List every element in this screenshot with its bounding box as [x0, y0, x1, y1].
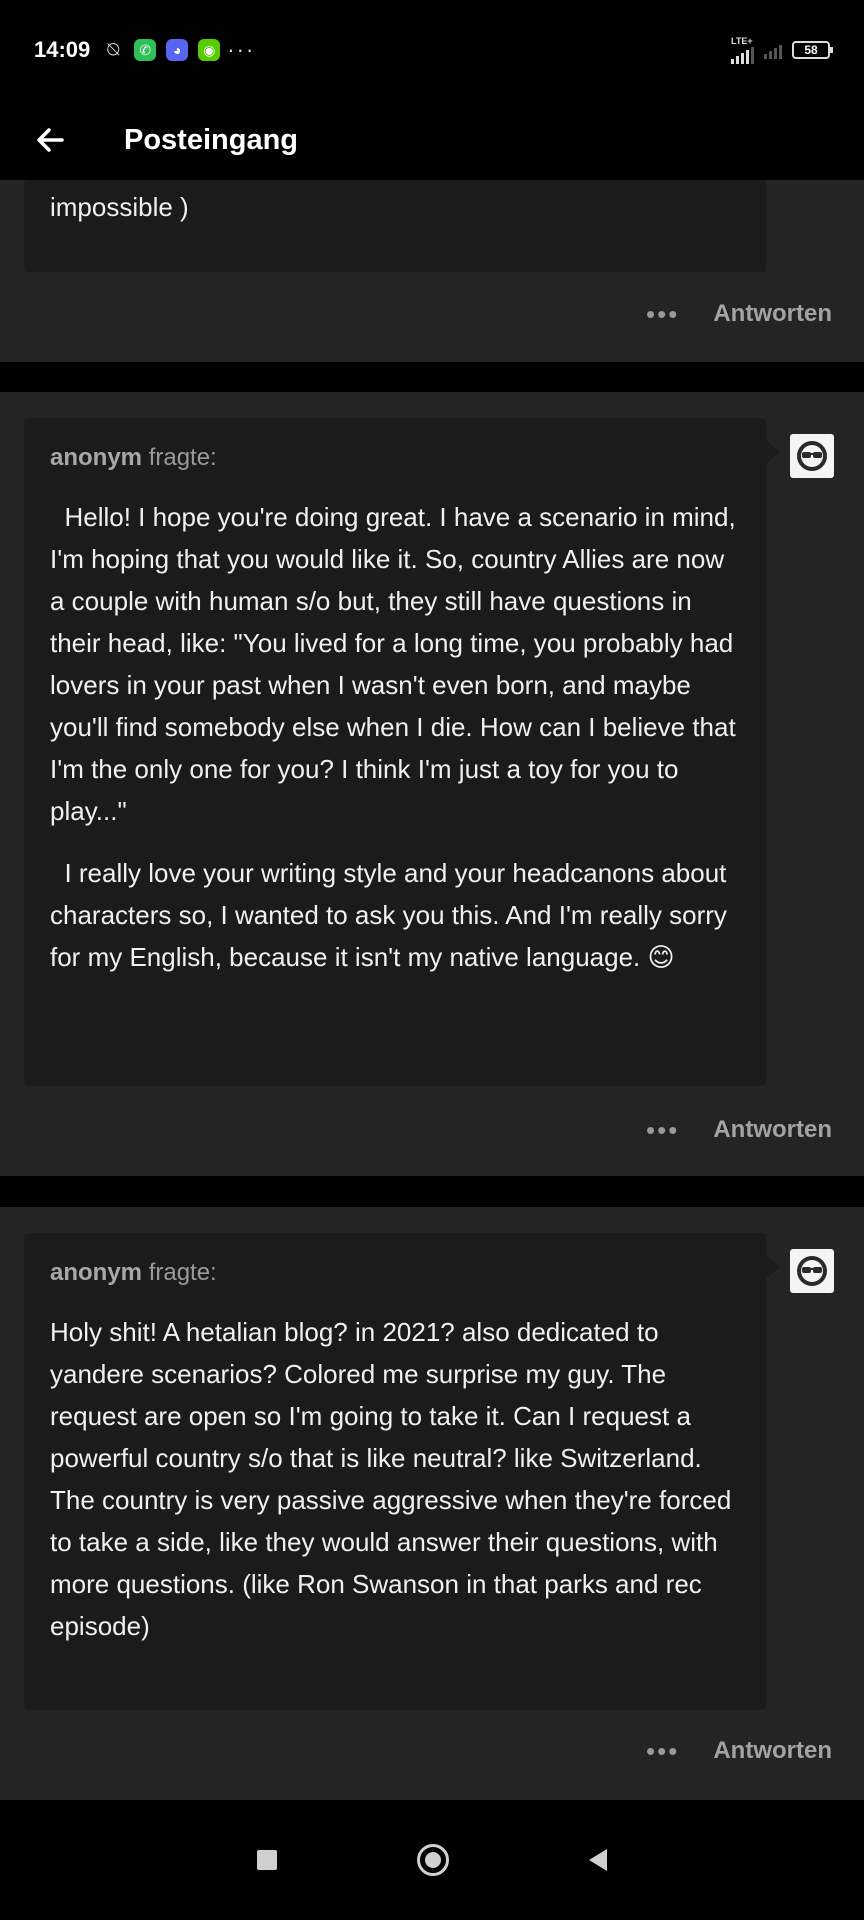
inbox-post: anonym fragte: Holy shit! A hetalian blo…	[0, 1207, 864, 1801]
bubble-tail	[766, 440, 780, 464]
asker-verb: fragte:	[148, 1259, 217, 1286]
reply-button[interactable]: Antworten	[713, 1116, 832, 1144]
notification-icons: ⍉ ✆ ◕ ◉ ···	[102, 37, 256, 62]
discord-icon: ◕	[166, 39, 189, 61]
anon-avatar[interactable]	[790, 434, 834, 478]
battery-level: 58	[804, 43, 818, 57]
asker-line: anonym fragte:	[50, 1259, 740, 1287]
bell-off-icon: ⍉	[107, 38, 120, 61]
asker-verb: fragte:	[148, 444, 217, 471]
battery-icon: 58	[792, 41, 833, 59]
sunglasses-avatar-icon	[797, 1256, 827, 1286]
more-horizontal-icon[interactable]: •••	[646, 1117, 679, 1143]
signal-strength-icon	[731, 46, 754, 64]
arrow-left-icon	[37, 128, 64, 152]
more-horizontal-icon[interactable]: •••	[646, 1738, 679, 1764]
page-title: Posteingang	[124, 123, 299, 156]
network-type: LTE+	[731, 35, 753, 46]
sunglasses-avatar-icon	[797, 441, 827, 471]
asker-name[interactable]: anonym	[50, 1259, 142, 1286]
inbox-post: anonym fragte: Hello! I hope you're doin…	[0, 392, 864, 1176]
back-button[interactable]	[26, 116, 74, 164]
question-paragraph: Hello! I hope you're doing great. I have…	[50, 502, 743, 826]
question-bubble: anonym fragte: Hello! I hope you're doin…	[24, 418, 780, 1086]
more-horizontal-icon[interactable]: •••	[646, 301, 679, 327]
bubble-tail	[766, 1255, 780, 1279]
reply-button[interactable]: Antworten	[713, 1737, 832, 1765]
question-bubble: anonym fragte: Holy shit! A hetalian blo…	[24, 1233, 780, 1710]
question-text: impossible )	[50, 192, 189, 222]
question-paragraph: I really love your writing style and you…	[50, 858, 735, 972]
more-notifications-icon: ···	[227, 37, 256, 62]
reply-button[interactable]: Antworten	[713, 300, 832, 328]
signal-2-icon	[764, 41, 782, 59]
system-status: LTE+ 58	[731, 35, 833, 64]
anon-avatar[interactable]	[790, 1249, 834, 1293]
status-time: 14:09	[34, 37, 91, 62]
inbox-post: impossible ) ••• Antworten	[0, 180, 864, 362]
home-icon	[425, 1852, 441, 1868]
inbox-list[interactable]: impossible ) ••• Antworten anonym fragte…	[0, 180, 864, 1801]
whatsapp-icon: ✆	[134, 39, 157, 61]
question-bubble: impossible )	[24, 180, 766, 272]
post-actions: ••• Antworten	[646, 300, 832, 328]
status-bar: 14:09 ⍉ ✆ ◕ ◉ ··· LTE+ 58	[0, 0, 864, 100]
system-nav-bar	[0, 1800, 864, 1920]
recents-button[interactable]	[257, 1850, 277, 1870]
signal-1: LTE+	[731, 35, 754, 64]
app-bar: Posteingang	[0, 100, 864, 180]
post-actions: ••• Antworten	[646, 1737, 832, 1765]
duolingo-icon: ◉	[198, 39, 221, 61]
home-button[interactable]	[417, 1844, 449, 1876]
post-actions: ••• Antworten	[646, 1116, 832, 1144]
question-paragraph: Holy shit! A hetalian blog? in 2021? als…	[50, 1317, 732, 1641]
system-back-button[interactable]	[589, 1849, 607, 1871]
asker-line: anonym fragte:	[50, 444, 740, 472]
asker-name[interactable]: anonym	[50, 444, 142, 471]
